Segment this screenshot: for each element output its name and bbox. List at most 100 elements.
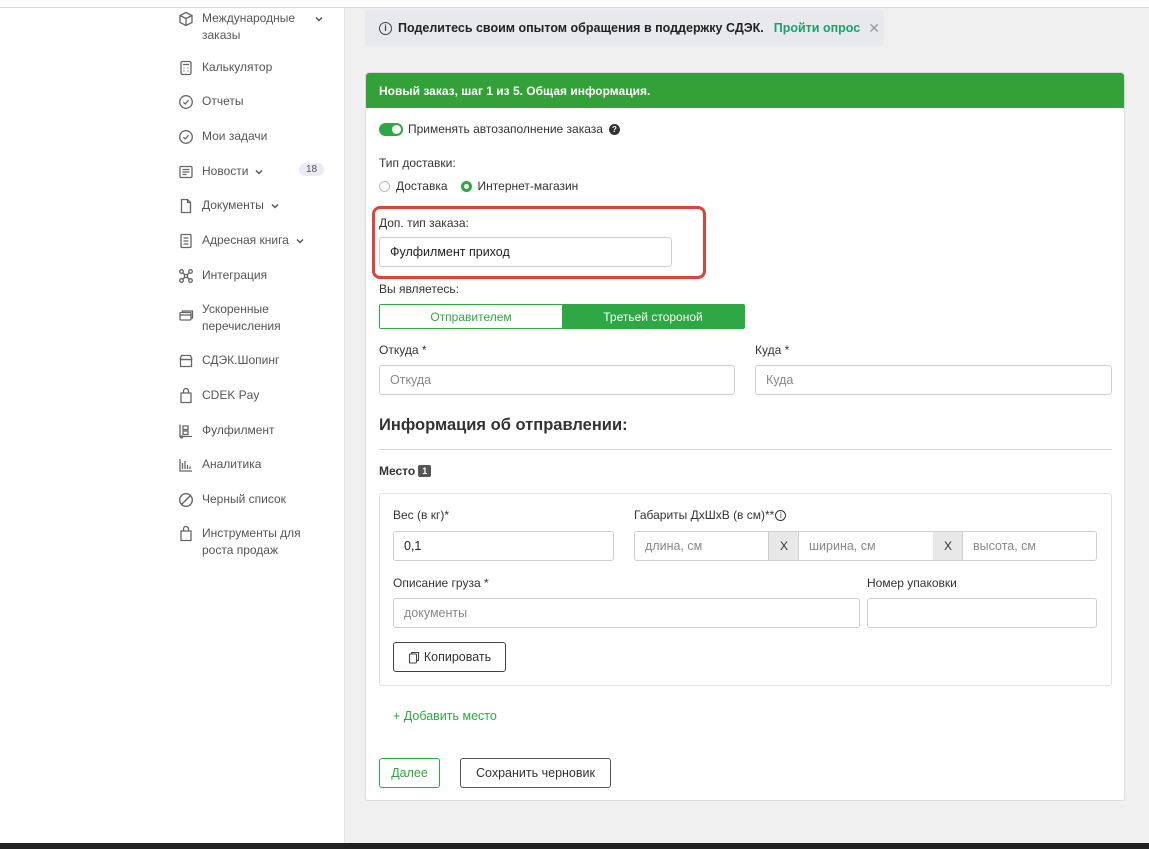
bag-icon: [177, 387, 195, 404]
cargo-input[interactable]: документы: [393, 598, 860, 628]
sidebar-item-reports[interactable]: Отчеты: [177, 93, 243, 110]
sidebar-item-news[interactable]: Новости: [177, 163, 264, 180]
sidebar-item-my-tasks[interactable]: Мои задачи: [177, 128, 267, 145]
order-form-card: Новый заказ, шаг 1 из 5. Общая информаци…: [365, 72, 1125, 801]
package-label: Номер упаковки: [867, 576, 957, 590]
sidebar-item-fast-transfers[interactable]: Ускоренные перечисления: [177, 301, 292, 335]
autofill-toggle[interactable]: [379, 122, 403, 136]
notice-text: Поделитесь своим опытом обращения в подд…: [398, 21, 764, 35]
sidebar-item-label: СДЭК.Шопинг: [202, 353, 280, 367]
place-label-row: Место 1: [379, 464, 432, 478]
place-label: Место: [379, 464, 416, 478]
sidebar-item-integration[interactable]: Интеграция: [177, 267, 267, 284]
height-input[interactable]: высота, см: [962, 531, 1097, 561]
from-label: Откуда *: [379, 343, 427, 357]
address-book-icon: [177, 232, 195, 249]
sidebar-item-international-orders[interactable]: Международные заказы: [177, 10, 324, 44]
sidebar-item-address-book[interactable]: Адресная книга: [177, 232, 305, 249]
length-input[interactable]: длина, см: [634, 531, 769, 561]
sidebar-item-cdek-pay[interactable]: CDEK Pay: [177, 387, 259, 404]
radio-internet-shop-label: Интернет-магазин: [477, 179, 579, 193]
copy-button[interactable]: Копировать: [393, 642, 506, 672]
sidebar-item-label: Калькулятор: [202, 60, 273, 74]
extra-type-label: Доп. тип заказа:: [379, 216, 469, 230]
sidebar-item-calculator[interactable]: Калькулятор: [177, 59, 272, 76]
next-button[interactable]: Далее: [379, 758, 440, 788]
save-draft-button[interactable]: Сохранить черновик: [460, 758, 611, 788]
dims-label-row: Габариты ДхШхВ (в см)** i: [634, 508, 787, 522]
place-block: Вес (в кг)* 0,1 Габариты ДхШхВ (в см)** …: [379, 493, 1112, 686]
place-number: 1: [418, 465, 432, 477]
to-label: Куда *: [755, 343, 790, 357]
radio-internet-shop[interactable]: [460, 180, 472, 192]
sidebar-item-fulfillment[interactable]: Фулфилмент: [177, 422, 275, 439]
blocked-icon: [177, 491, 195, 508]
from-input[interactable]: Откуда: [379, 365, 735, 395]
survey-link[interactable]: Пройти опрос: [774, 21, 860, 35]
close-icon[interactable]: ✕: [868, 20, 880, 37]
shop-icon: [177, 352, 195, 369]
box-icon: [177, 10, 195, 27]
add-place-link[interactable]: + Добавить место: [393, 709, 497, 723]
sidebar-item-label: Мои задачи: [202, 129, 268, 143]
analytics-icon: [177, 456, 195, 473]
sidebar-item-documents[interactable]: Документы: [177, 197, 280, 214]
to-input[interactable]: Куда: [755, 365, 1112, 395]
info-icon: i: [379, 21, 392, 35]
delivery-type-label: Тип доставки:: [379, 156, 456, 170]
shipment-title: Информация об отправлении:: [379, 416, 628, 434]
document-icon: [177, 197, 195, 214]
check-circle-icon: [177, 93, 195, 110]
radio-delivery-label: Доставка: [396, 179, 448, 193]
card-icon: [177, 307, 195, 324]
help-icon[interactable]: ?: [608, 123, 620, 135]
chevron-down-icon[interactable]: [295, 232, 305, 249]
dims-separator: X: [933, 531, 963, 561]
form-header: Новый заказ, шаг 1 из 5. Общая информаци…: [366, 73, 1124, 108]
sidebar-item-label: Интеграция: [202, 268, 268, 282]
cargo-label: Описание груза *: [393, 576, 489, 590]
chevron-down-icon[interactable]: [254, 163, 264, 180]
sidebar-item-label: Документы: [202, 198, 264, 212]
role-sender-button[interactable]: Отправителем: [380, 305, 562, 328]
radio-delivery[interactable]: [379, 180, 390, 192]
info-icon[interactable]: i: [775, 509, 787, 521]
sidebar-item-label: Адресная книга: [202, 233, 289, 247]
sidebar-item-label: Международные заказы: [202, 11, 296, 42]
chevron-down-icon[interactable]: [270, 197, 280, 214]
check-circle-icon: [177, 128, 195, 145]
main-content: i Поделитесь своим опытом обращения в по…: [345, 8, 1149, 843]
autofill-row: Применять автозаполнение заказа ?: [379, 122, 620, 136]
sidebar-item-cdek-shopping[interactable]: СДЭК.Шопинг: [177, 352, 279, 369]
sidebar-item-label: CDEK Pay: [202, 388, 260, 402]
width-input[interactable]: ширина, см: [798, 531, 934, 561]
package-input[interactable]: [867, 598, 1097, 628]
news-icon: [177, 163, 195, 180]
bag-icon: [177, 525, 195, 542]
top-bar: [0, 0, 1149, 8]
copy-button-label: Копировать: [423, 650, 492, 664]
chevron-down-icon[interactable]: [314, 10, 324, 27]
bottom-bar: [0, 843, 1149, 849]
sidebar-item-label: Отчеты: [202, 94, 244, 108]
sidebar-item-analytics[interactable]: Аналитика: [177, 456, 261, 473]
sidebar-item-sales-tools[interactable]: Инструменты для роста продаж: [177, 525, 312, 559]
you-are-label: Вы являетесь:: [379, 282, 459, 296]
survey-notice: i Поделитесь своим опытом обращения в по…: [365, 10, 884, 46]
sidebar-item-blacklist[interactable]: Черный список: [177, 491, 286, 508]
role-third-party-button[interactable]: Третьей стороной: [562, 305, 744, 328]
news-count-badge: 18: [299, 163, 325, 176]
weight-input[interactable]: 0,1: [393, 531, 614, 561]
copy-icon: [408, 651, 420, 664]
calculator-icon: [177, 59, 195, 76]
fulfillment-icon: [177, 422, 195, 439]
autofill-label: Применять автозаполнение заказа: [408, 122, 603, 136]
weight-label: Вес (в кг)*: [393, 508, 450, 522]
integration-icon: [177, 267, 195, 284]
sidebar-item-label: Ускоренные перечисления: [202, 302, 281, 333]
package-label-text: Номер упаковки: [867, 576, 957, 590]
extra-type-select[interactable]: Фулфилмент приход: [379, 237, 672, 267]
sidebar-item-label: Новости: [202, 164, 249, 178]
dims-label: Габариты ДхШхВ (в см)**: [634, 508, 775, 522]
sidebar-item-label: Аналитика: [202, 457, 262, 471]
